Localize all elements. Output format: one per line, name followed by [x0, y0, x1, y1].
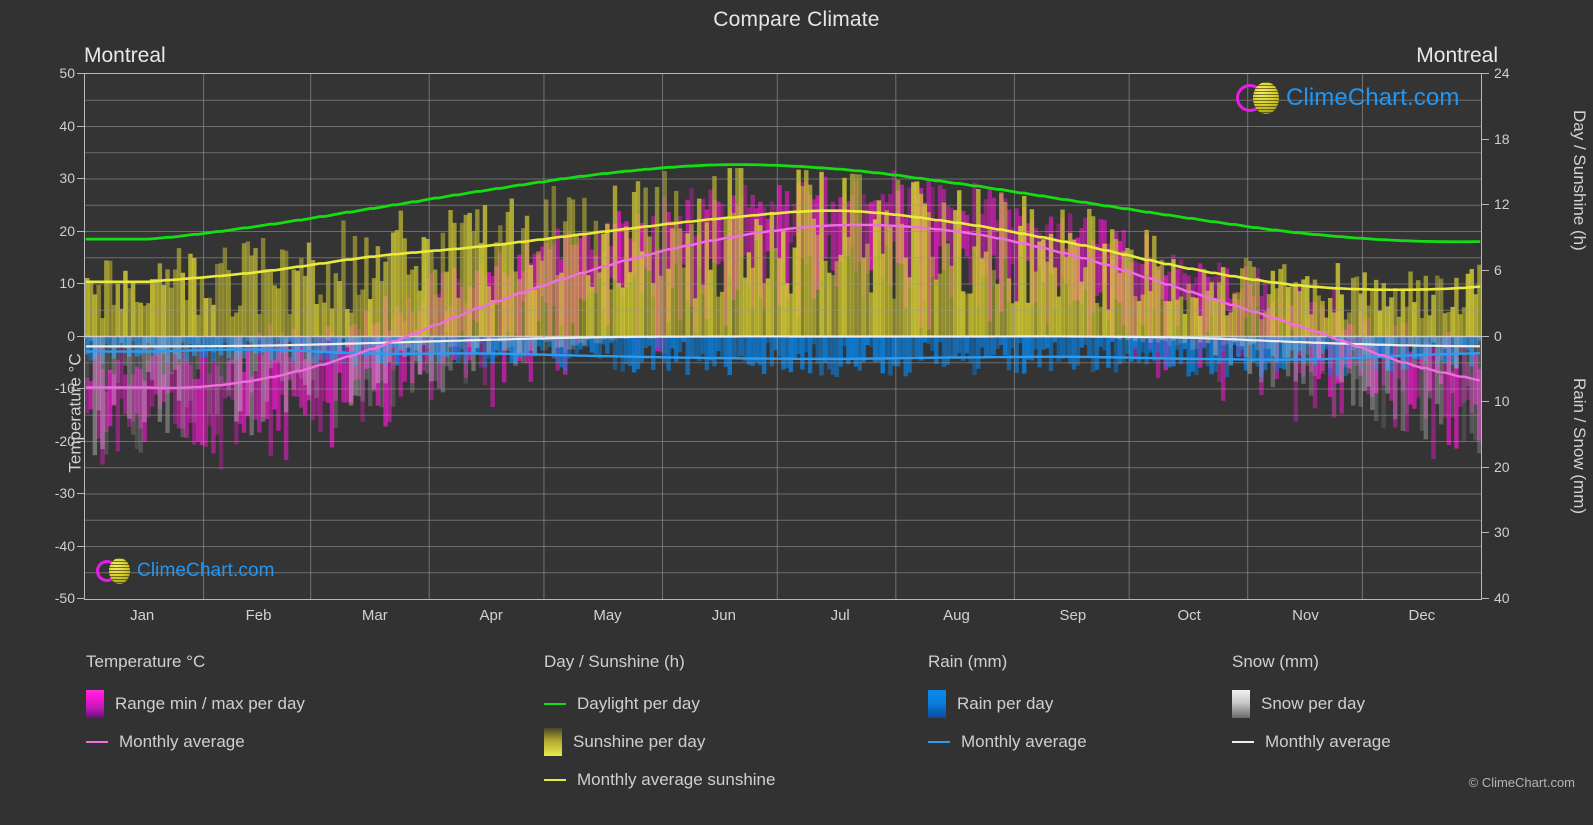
- legend-item-sunshine: Sunshine per day: [544, 723, 775, 761]
- y-axis-right-tickmark: [1482, 335, 1489, 337]
- legend-item-label: Range min / max per day: [115, 694, 305, 713]
- city-label-right: Montreal: [1416, 44, 1498, 67]
- legend-group-snow: Snow (mm) Snow per day Monthly average: [1232, 652, 1391, 761]
- y-axis-right-tickmark: [1482, 204, 1489, 206]
- y-axis-left-tick-label: -10: [54, 380, 75, 396]
- legend-item-label: Rain per day: [957, 694, 1054, 713]
- legend-group-temperature: Temperature °C Range min / max per day M…: [86, 652, 305, 761]
- legend-item-snow: Snow per day: [1232, 685, 1391, 723]
- legend-item-snow-average: Monthly average: [1232, 723, 1391, 761]
- x-axis-tick-label: Jun: [711, 607, 736, 624]
- y-axis-left-tick-label: 0: [67, 327, 75, 344]
- legend-item-daylight: Daylight per day: [544, 685, 775, 723]
- temperature-range-swatch-icon: [86, 690, 104, 718]
- legend-item-label: Snow per day: [1261, 694, 1365, 713]
- y-axis-left-tick-label: -30: [54, 485, 75, 501]
- sunshine-average-line-icon: [544, 779, 566, 781]
- x-axis-tick-label: Sep: [1059, 607, 1087, 624]
- y-axis-right-tick-label: 20: [1494, 458, 1510, 475]
- y-axis-right-tickmark: [1482, 73, 1489, 74]
- legend-item-label: Monthly average sunshine: [577, 770, 776, 789]
- chart-legend: Temperature °C Range min / max per day M…: [0, 652, 1593, 802]
- x-axis-tick-label: Aug: [943, 607, 970, 624]
- legend-item-sunshine-average: Monthly average sunshine: [544, 761, 775, 799]
- x-axis-tick-label: Apr: [479, 607, 503, 624]
- climate-chart-page: Compare Climate Montreal Montreal Temper…: [0, 0, 1593, 825]
- legend-item-label: Monthly average: [1265, 732, 1391, 751]
- legend-item-temp-range: Range min / max per day: [86, 685, 305, 723]
- y-axis-left-tickmark: [77, 283, 84, 284]
- y-axis-right-tick-label: 10: [1494, 393, 1510, 410]
- y-axis-right-tick-label: 0: [1494, 327, 1502, 344]
- y-axis-left-tick-label: 40: [59, 117, 75, 134]
- x-axis-tick-label: Dec: [1408, 607, 1436, 624]
- y-axis-right-tickmark: [1482, 269, 1489, 271]
- y-axis-left-tickmark: [77, 178, 84, 179]
- y-axis-left-tickmark: [77, 125, 84, 127]
- y-axis-left-tick-label: 30: [59, 170, 75, 186]
- y-axis-left-tickmark: [77, 388, 84, 389]
- y-axis-left-tickmark: [77, 598, 84, 599]
- legend-item-temp-average: Monthly average: [86, 723, 305, 761]
- legend-group-title: Day / Sunshine (h): [544, 652, 685, 671]
- legend-item-label: Monthly average: [961, 732, 1087, 751]
- y-axis-left-tickmark: [77, 73, 84, 74]
- daylight-line-icon: [544, 703, 566, 705]
- y-axis-right-tick-label: 18: [1494, 130, 1510, 147]
- x-axis-tick-label: Feb: [245, 607, 272, 624]
- legend-item-rain-average: Monthly average: [928, 723, 1087, 761]
- legend-item-label: Monthly average: [119, 732, 245, 751]
- x-axis-tick-label: Nov: [1292, 607, 1319, 624]
- y-axis-right-tickmark: [1482, 466, 1489, 468]
- rain-bar-swatch-icon: [928, 690, 946, 718]
- y-axis-right-bottom-title: Rain / Snow (mm): [1570, 378, 1589, 515]
- y-axis-left-tick-label: 20: [59, 222, 75, 239]
- x-axis-tick-label: Mar: [361, 607, 388, 624]
- y-axis-left-tickmark: [77, 335, 84, 337]
- y-axis-right-tickmark: [1482, 532, 1489, 534]
- y-axis-right-tick-label: 12: [1494, 196, 1510, 213]
- temperature-average-line-icon: [86, 741, 108, 743]
- snow-average-line-icon: [1232, 741, 1254, 743]
- city-label-left: Montreal: [84, 44, 166, 67]
- x-axis-tick-label: May: [593, 607, 622, 624]
- legend-group-daysun: Day / Sunshine (h) Daylight per day Suns…: [544, 652, 775, 799]
- legend-item-rain: Rain per day: [928, 685, 1087, 723]
- y-axis-left-tickmark: [77, 230, 84, 232]
- page-title: Compare Climate: [713, 8, 880, 31]
- y-axis-left-tickmark: [77, 440, 84, 442]
- snow-bar-swatch-icon: [1232, 690, 1250, 718]
- rain-average-line-icon: [928, 741, 950, 743]
- y-axis-right-tick-label: 6: [1494, 261, 1502, 278]
- x-axis-tick-label: Oct: [1177, 607, 1201, 624]
- legend-item-label: Daylight per day: [577, 694, 700, 713]
- legend-group-title: Temperature °C: [86, 652, 206, 671]
- y-axis-left-tickmark: [77, 545, 84, 547]
- y-axis-right-tick-label: 24: [1494, 65, 1510, 81]
- legend-group-title: Rain (mm): [928, 652, 1008, 671]
- y-axis-left-tickmark: [77, 493, 84, 494]
- y-axis-right-tickmark: [1482, 138, 1489, 140]
- copyright-text: © ClimeChart.com: [1468, 775, 1575, 790]
- sunshine-bar-swatch-icon: [544, 728, 562, 756]
- y-axis-left-tick-label: 10: [59, 275, 75, 291]
- y-axis-left-tick-label: -40: [54, 537, 75, 554]
- chart-plot-area: [84, 73, 1482, 600]
- y-axis-right-tick-label: 30: [1494, 524, 1510, 541]
- y-axis-left-title: Temperature °C: [65, 352, 85, 473]
- x-axis-tick-label: Jan: [130, 607, 155, 624]
- legend-group-rain: Rain (mm) Rain per day Monthly average: [928, 652, 1087, 761]
- y-axis-right-tickmark: [1482, 401, 1489, 403]
- x-axis-tick-label: Jul: [830, 607, 850, 624]
- chart-svg: [85, 74, 1481, 599]
- y-axis-left-tick-label: -50: [54, 590, 75, 606]
- y-axis-right-tick-label: 40: [1494, 590, 1510, 606]
- legend-group-title: Snow (mm): [1232, 652, 1319, 671]
- y-axis-right-top-title: Day / Sunshine (h): [1570, 110, 1589, 251]
- y-axis-right-tickmark: [1482, 598, 1489, 599]
- legend-item-label: Sunshine per day: [573, 732, 706, 751]
- y-axis-left-tick-label: -20: [54, 432, 75, 449]
- y-axis-left-tick-label: 50: [59, 65, 75, 81]
